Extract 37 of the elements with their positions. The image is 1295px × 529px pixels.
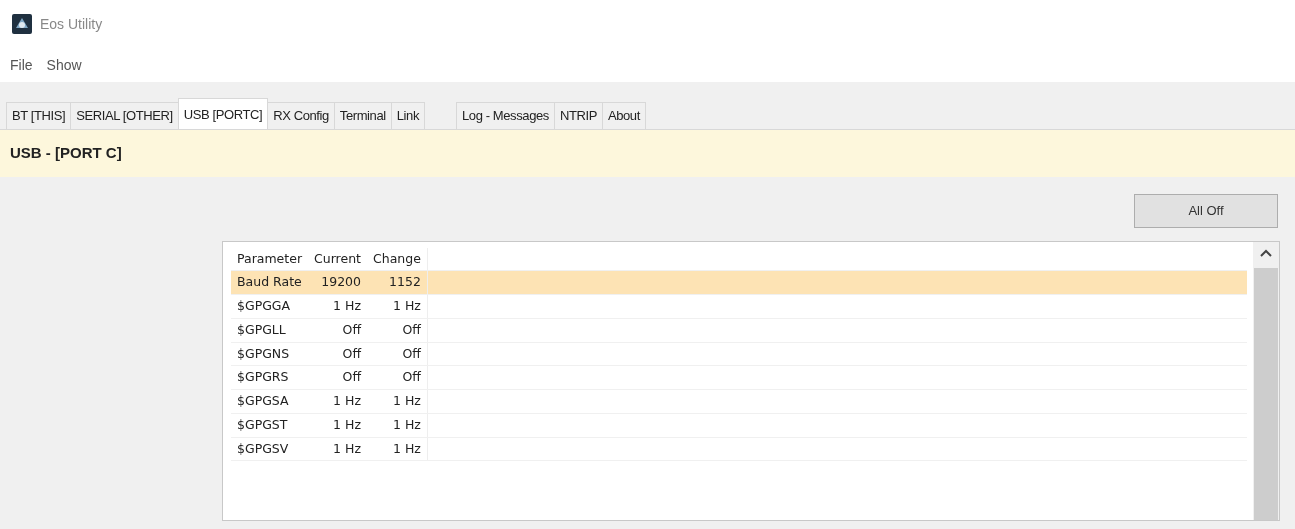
window-title: Eos Utility bbox=[40, 14, 103, 34]
table-cell: 19200 bbox=[308, 270, 367, 295]
table-cell: $GPGLL bbox=[231, 318, 309, 342]
table-cell: $GPGSV bbox=[231, 437, 309, 461]
table-cell: Off bbox=[367, 365, 428, 390]
table-cell: 1 Hz bbox=[367, 437, 428, 461]
table-cell: 1 Hz bbox=[367, 389, 428, 414]
table-cell: 1 Hz bbox=[308, 437, 367, 461]
table-cell: $GPGST bbox=[231, 413, 309, 437]
table-cell: 1 Hz bbox=[308, 413, 367, 437]
tab[interactable]: BT [THIS] bbox=[6, 102, 72, 129]
table-cell: 1 Hz bbox=[367, 413, 428, 437]
column-header: Current bbox=[308, 247, 367, 271]
menu-item[interactable]: Show bbox=[46, 54, 82, 76]
tab[interactable]: USB [PORTC] bbox=[177, 98, 269, 129]
table-cell: Baud Rate bbox=[231, 270, 309, 295]
table-cell: Off bbox=[367, 342, 428, 366]
table-cell: $GPGSA bbox=[231, 389, 309, 414]
table-cell: Off bbox=[308, 365, 367, 390]
all-off-button[interactable]: All Off bbox=[1134, 193, 1278, 228]
table-cell: $GPGRS bbox=[231, 365, 309, 390]
table-cell: Off bbox=[367, 318, 428, 342]
table-cell: 1152 bbox=[367, 270, 428, 295]
tab[interactable]: About bbox=[601, 102, 646, 129]
menu-item[interactable]: File bbox=[10, 54, 33, 76]
table-cell: $GPGNS bbox=[231, 342, 309, 366]
tab[interactable]: Link bbox=[390, 102, 425, 129]
table-cell: 1 Hz bbox=[308, 389, 367, 414]
table-cell: 1 Hz bbox=[308, 294, 367, 319]
table-cell: 1 Hz bbox=[367, 294, 428, 319]
table-cell: Off bbox=[308, 318, 367, 342]
tab[interactable]: Log - Messages bbox=[456, 102, 555, 129]
section-header: USB - [PORT C] bbox=[10, 143, 122, 161]
table-cell: Off bbox=[308, 342, 367, 366]
column-header: Parameter bbox=[231, 247, 309, 271]
column-header: Change bbox=[367, 247, 428, 271]
table-cell: $GPGGA bbox=[231, 294, 309, 319]
